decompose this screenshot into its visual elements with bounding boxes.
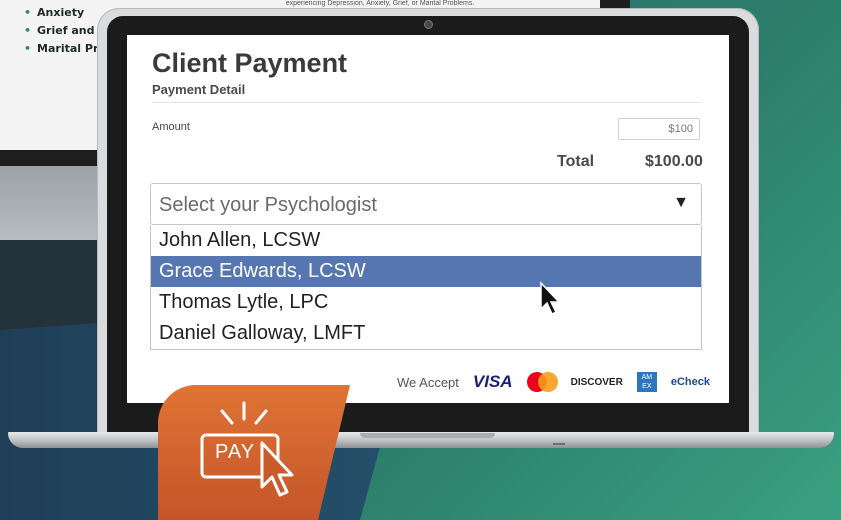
accepted-payments: We Accept VISA DISCOVER AM EX eCheck <box>397 371 710 393</box>
we-accept-label: We Accept <box>397 374 459 390</box>
visa-logo: VISA <box>472 372 513 391</box>
option-grace-edwards[interactable]: Grace Edwards, LCSW <box>151 256 701 287</box>
amount-field[interactable]: $100 <box>618 118 700 140</box>
select-placeholder: Select your Psychologist <box>159 194 377 216</box>
mastercard-icon <box>526 372 558 392</box>
psychologist-options-list: John Allen, LCSW Grace Edwards, LCSW Tho… <box>150 225 702 350</box>
laptop-indicator <box>553 443 565 445</box>
psychologist-select[interactable]: Select your Psychologist ▼ <box>150 183 702 225</box>
discover-logo: DISCOVER <box>570 376 623 388</box>
payment-screen: Client Payment Payment Detail Amount $10… <box>127 35 729 403</box>
laptop-notch <box>360 433 495 438</box>
page-title: Client Payment <box>152 48 348 78</box>
amount-label: Amount <box>152 121 190 133</box>
option-john-allen[interactable]: John Allen, LCSW <box>151 225 701 256</box>
option-thomas-lytle[interactable]: Thomas Lytle, LPC <box>151 287 701 318</box>
total-label: Total <box>557 153 595 170</box>
option-daniel-galloway[interactable]: Daniel Galloway, LMFT <box>151 318 701 349</box>
triangle-down-icon[interactable]: ▼ <box>673 194 689 212</box>
total-value: $100.00 <box>645 153 703 170</box>
section-subtitle: Payment Detail <box>152 82 246 97</box>
echeck-logo: eCheck <box>670 376 710 388</box>
background-document-text: experiencing Depression, Anxiety, Grief,… <box>150 0 610 8</box>
amex-logo: AM EX <box>636 372 657 392</box>
divider <box>152 102 702 103</box>
pay-label: PAY <box>215 441 256 463</box>
camera-icon <box>424 20 433 29</box>
mouse-pointer-icon <box>540 281 561 316</box>
